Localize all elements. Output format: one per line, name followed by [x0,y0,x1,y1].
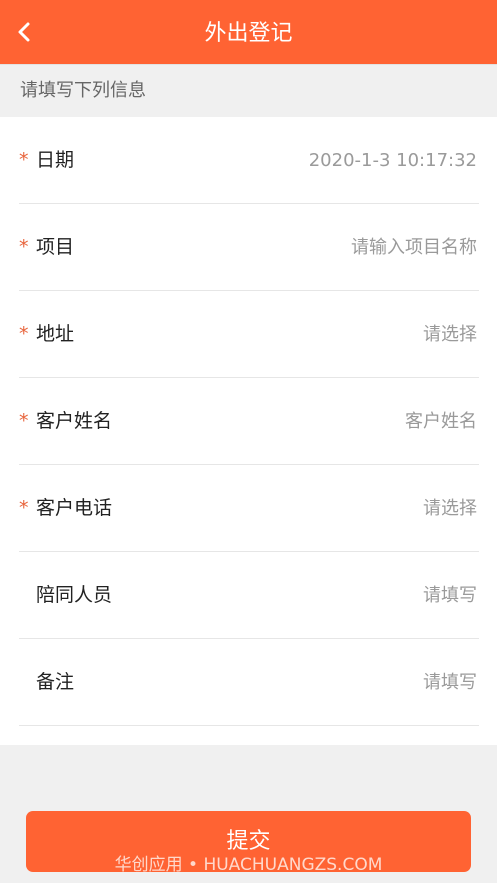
required-mark: * [19,323,29,345]
companions-input[interactable]: 请填写 [423,552,477,639]
field-label: 项目 [36,236,75,258]
field-address[interactable]: * 地址 请选择 [19,291,479,378]
form-hint: 请填写下列信息 [20,80,146,101]
field-label: 备注 [36,671,75,693]
page-title: 外出登记 [204,21,293,46]
customer-name-input[interactable]: 客户姓名 [405,378,477,465]
field-label: 客户电话 [36,497,113,519]
field-label: 客户姓名 [36,410,113,432]
nav-bar: 外出登记 [0,0,497,64]
field-label: 地址 [36,323,75,345]
date-value[interactable]: 2020-1-3 10:17:32 [309,117,477,204]
field-remarks[interactable]: 备注 请填写 [19,639,479,726]
required-mark: * [19,236,29,258]
required-mark: * [19,497,29,519]
field-customer-phone[interactable]: * 客户电话 请选择 [19,465,479,552]
customer-phone-select[interactable]: 请选择 [423,465,477,552]
required-mark: * [19,149,29,171]
submit-button[interactable]: 提交 [26,811,471,872]
field-customer-name[interactable]: * 客户姓名 客户姓名 [19,378,479,465]
form-card: * 日期 2020-1-3 10:17:32 * 项目 请输入项目名称 * 地址… [0,117,497,745]
remarks-input[interactable]: 请填写 [423,639,477,726]
project-input[interactable]: 请输入项目名称 [351,204,477,291]
field-date[interactable]: * 日期 2020-1-3 10:17:32 [19,117,479,204]
field-label: 陪同人员 [36,584,113,606]
field-companions[interactable]: 陪同人员 请填写 [19,552,479,639]
required-mark: * [19,410,29,432]
address-select[interactable]: 请选择 [423,291,477,378]
form-hint-bar: 请填写下列信息 [0,64,497,117]
field-project[interactable]: * 项目 请输入项目名称 [19,204,479,291]
field-label: 日期 [36,149,75,171]
